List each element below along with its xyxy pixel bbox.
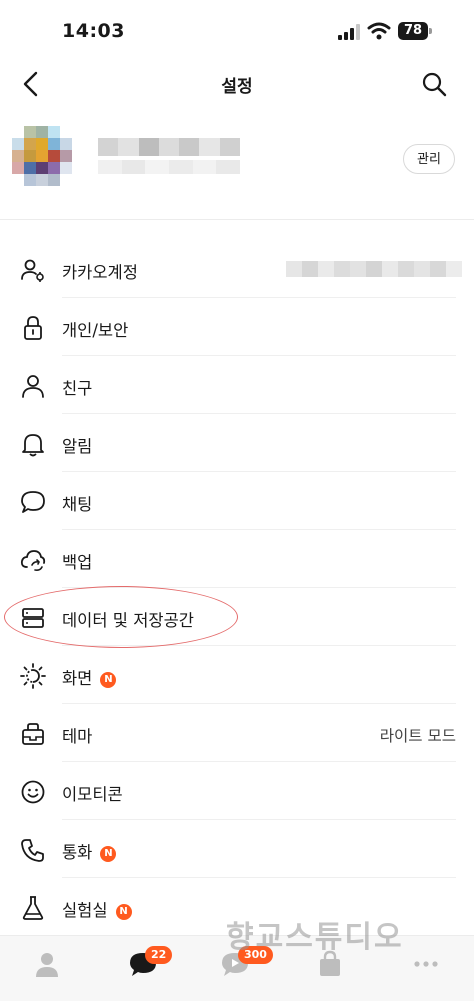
cloud-sync-icon <box>20 550 46 571</box>
settings-item-privacy[interactable]: 개인/보안 <box>0 298 474 356</box>
battery-indicator: 78 <box>398 22 432 40</box>
nav-bar: 설정 <box>0 62 474 106</box>
settings-label-text: 실험실 <box>62 901 108 920</box>
settings-item-display[interactable]: 화면 N <box>0 646 474 704</box>
settings-label: 테마 <box>62 727 93 746</box>
new-badge: N <box>100 672 117 688</box>
theme-icon <box>22 723 44 745</box>
wifi-icon <box>367 22 391 40</box>
signal-icon <box>338 24 360 40</box>
settings-label: 통화 N <box>62 839 117 863</box>
settings-item-chat[interactable]: 채팅 <box>0 472 474 530</box>
phone-icon <box>21 839 44 862</box>
chat-bubble-icon <box>21 491 45 513</box>
settings-item-emoticon[interactable]: 이모티콘 <box>0 762 474 820</box>
section-divider <box>0 219 474 220</box>
tab-friends[interactable] <box>0 936 94 1001</box>
search-icon[interactable] <box>420 70 448 98</box>
new-badge: N <box>115 904 132 920</box>
battery-level: 78 <box>398 22 428 40</box>
settings-label-text: 통화 <box>62 843 93 862</box>
account-icon <box>21 259 44 282</box>
brightness-icon <box>20 663 46 689</box>
status-blurred <box>98 160 241 174</box>
avatar[interactable] <box>12 126 88 202</box>
settings-label: 화면 N <box>62 665 117 689</box>
tab-chats[interactable]: 22 <box>97 936 191 1001</box>
settings-item-notifications[interactable]: 알림 <box>0 414 474 472</box>
settings-item-kakao-account[interactable]: 카카오계정 <box>0 240 474 298</box>
person-tab-icon <box>36 953 58 977</box>
status-time: 14:03 <box>62 20 125 42</box>
lock-icon <box>24 316 42 340</box>
theme-value: 라이트 모드 <box>379 727 456 745</box>
settings-label: 이모티콘 <box>62 785 123 804</box>
settings-label: 백업 <box>62 553 93 572</box>
highlight-annotation <box>4 586 238 648</box>
profile-section[interactable]: 관리 <box>0 118 474 214</box>
manage-button[interactable]: 관리 <box>403 144 455 174</box>
flask-icon <box>22 896 44 920</box>
name-blurred <box>98 138 240 156</box>
settings-item-backup[interactable]: 백업 <box>0 530 474 588</box>
settings-label-text: 화면 <box>62 669 93 688</box>
emoticon-icon <box>21 780 45 804</box>
account-id-blurred <box>286 261 462 277</box>
bell-icon <box>22 434 44 457</box>
more-icon <box>414 961 438 967</box>
settings-label: 알림 <box>62 437 93 456</box>
settings-item-theme[interactable]: 테마 라이트 모드 <box>0 704 474 762</box>
settings-item-call[interactable]: 통화 N <box>0 820 474 878</box>
new-badge: N <box>100 846 117 862</box>
page-title: 설정 <box>221 77 253 97</box>
watermark-text: 향교스튜디오 <box>226 920 404 955</box>
settings-item-friends[interactable]: 친구 <box>0 356 474 414</box>
settings-label: 개인/보안 <box>62 321 129 340</box>
status-bar: 14:03 78 <box>0 0 474 62</box>
settings-label: 친구 <box>62 379 93 398</box>
settings-label: 채팅 <box>62 495 93 514</box>
settings-label: 실험실 N <box>62 897 132 921</box>
person-icon <box>22 375 44 398</box>
chat-count-badge: 22 <box>145 946 173 964</box>
settings-label: 카카오계정 <box>62 263 138 282</box>
